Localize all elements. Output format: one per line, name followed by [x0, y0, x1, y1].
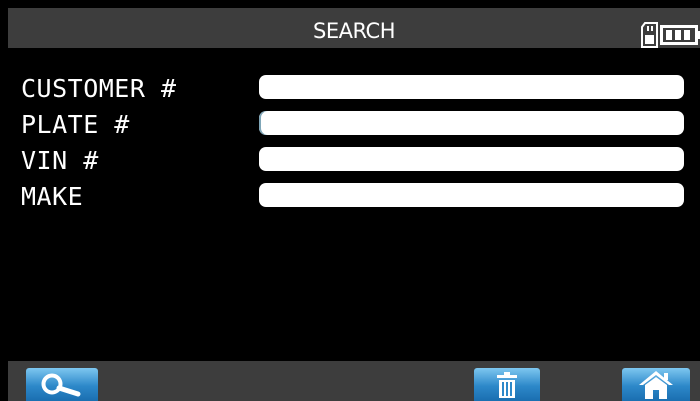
- battery-icon: [660, 25, 700, 45]
- search-button[interactable]: [26, 368, 98, 401]
- sd-card-icon: [641, 22, 658, 48]
- device-screen: SEARCH CUSTOMER # PLATE # VIN # MAKE: [8, 8, 700, 401]
- make-row: MAKE: [8, 179, 700, 213]
- customer-label: CUSTOMER #: [21, 74, 177, 103]
- delete-button[interactable]: [474, 368, 540, 401]
- vin-row: VIN #: [8, 143, 700, 177]
- home-button[interactable]: [622, 368, 690, 401]
- home-icon: [639, 370, 673, 399]
- plate-number-field[interactable]: [259, 111, 684, 135]
- screen-title: SEARCH: [313, 19, 395, 43]
- customer-number-field[interactable]: [259, 75, 684, 99]
- plate-label: PLATE #: [21, 110, 130, 139]
- search-icon: [41, 373, 81, 396]
- make-field[interactable]: [259, 183, 684, 207]
- vin-label: VIN #: [21, 146, 99, 175]
- footer-bar: [8, 361, 700, 401]
- header-bar: SEARCH: [8, 8, 700, 48]
- trash-icon: [497, 371, 517, 398]
- customer-row: CUSTOMER #: [8, 71, 700, 105]
- make-label: MAKE: [21, 182, 84, 211]
- plate-row: PLATE #: [8, 107, 700, 141]
- vin-number-field[interactable]: [259, 147, 684, 171]
